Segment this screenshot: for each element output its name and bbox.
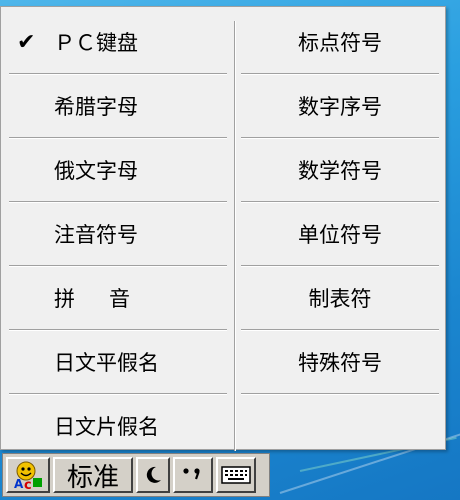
chinese-punctuation-icon bbox=[183, 468, 200, 480]
menu-item-katakana[interactable]: 日文片假名 bbox=[5, 395, 231, 457]
menu-item-pc-keyboard[interactable]: ✔ ＰＣ键盘 bbox=[5, 11, 231, 73]
input-mode-label: 标准 bbox=[66, 462, 119, 493]
menu-item-zhuyin[interactable]: 注音符号 bbox=[5, 203, 231, 265]
menu-item-hiragana[interactable]: 日文平假名 bbox=[5, 331, 231, 393]
menu-item-box-drawing[interactable]: 制表符 bbox=[237, 267, 443, 329]
menu-separator bbox=[241, 393, 439, 395]
menu-item-label-a: 拼 bbox=[54, 287, 75, 311]
svg-text:A: A bbox=[14, 477, 24, 490]
soft-keyboard-icon bbox=[221, 466, 251, 484]
moon-icon bbox=[146, 466, 161, 483]
menu-item-label-b: 音 bbox=[109, 287, 130, 311]
column-separator bbox=[234, 21, 236, 451]
ime-logo-icon: A c bbox=[14, 461, 42, 490]
menu-item-greek[interactable]: 希腊字母 bbox=[5, 75, 231, 137]
menu-right-column: 标点符号 数字序号 数学符号 单位符号 制表符 特殊符号 bbox=[237, 11, 443, 395]
menu-item-unit-symbols[interactable]: 单位符号 bbox=[237, 203, 443, 265]
soft-keyboard-button[interactable] bbox=[216, 457, 256, 493]
menu-item-punctuation[interactable]: 标点符号 bbox=[237, 11, 443, 73]
menu-item-label: 制表符 bbox=[308, 287, 372, 311]
menu-item-math-symbols[interactable]: 数学符号 bbox=[237, 139, 443, 201]
svg-text:c: c bbox=[24, 478, 32, 490]
menu-item-pinyin[interactable]: 拼 音 bbox=[5, 267, 231, 329]
ime-status-bar: A c 标准 bbox=[2, 453, 270, 497]
soft-keyboard-menu: ✔ ＰＣ键盘 希腊字母 俄文字母 注音符号 拼 音 日文平假名 日文片假名 标点… bbox=[0, 6, 446, 451]
menu-item-label: 数学符号 bbox=[298, 159, 382, 183]
menu-item-number-ordinals[interactable]: 数字序号 bbox=[237, 75, 443, 137]
input-mode-button[interactable]: 标准 bbox=[53, 457, 133, 493]
menu-left-column: ✔ ＰＣ键盘 希腊字母 俄文字母 注音符号 拼 音 日文平假名 日文片假名 bbox=[5, 11, 231, 457]
menu-item-label: 单位符号 bbox=[298, 223, 382, 247]
ime-logo-button[interactable]: A c bbox=[6, 457, 50, 493]
menu-item-label: 日文片假名 bbox=[54, 415, 159, 439]
menu-item-label: 俄文字母 bbox=[54, 159, 138, 183]
menu-item-special-symbols[interactable]: 特殊符号 bbox=[237, 331, 443, 393]
menu-item-label: ＰＣ键盘 bbox=[54, 31, 138, 55]
menu-item-label: 标点符号 bbox=[298, 31, 382, 55]
full-half-width-button[interactable] bbox=[136, 457, 170, 493]
checkmark-icon: ✔ bbox=[17, 29, 36, 55]
menu-item-label: 注音符号 bbox=[54, 223, 138, 247]
menu-item-label: 特殊符号 bbox=[298, 351, 382, 375]
menu-item-label: 数字序号 bbox=[298, 95, 382, 119]
menu-item-label: 日文平假名 bbox=[54, 351, 159, 375]
menu-item-russian[interactable]: 俄文字母 bbox=[5, 139, 231, 201]
punctuation-mode-button[interactable] bbox=[173, 457, 213, 493]
menu-item-label: 希腊字母 bbox=[54, 95, 138, 119]
